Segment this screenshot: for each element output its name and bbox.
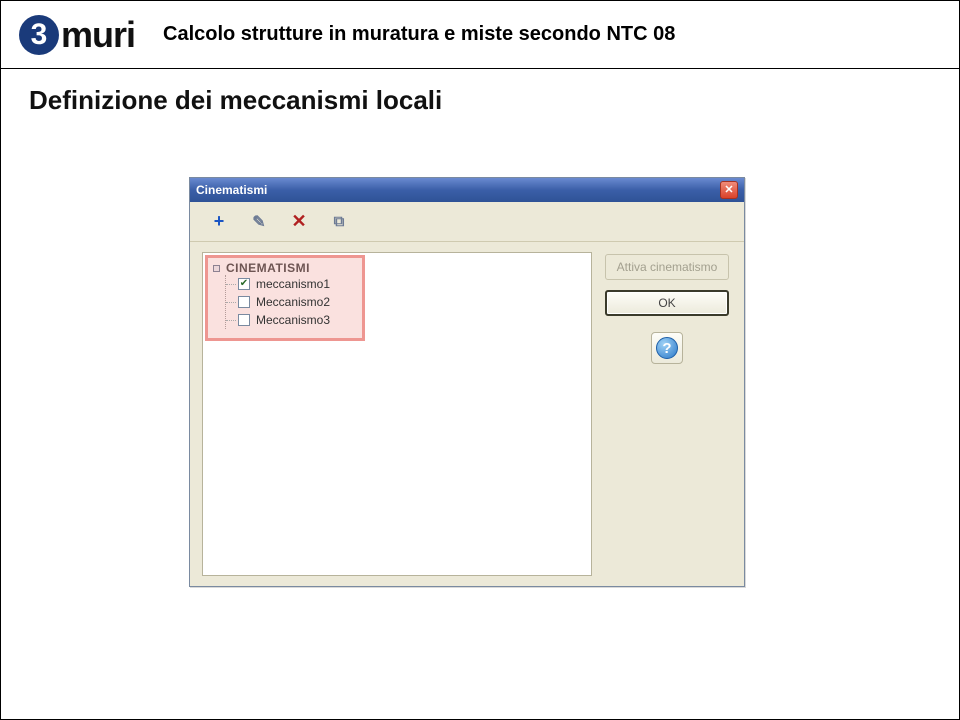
header-bar: 3 muri Calcolo strutture in muratura e m… [1, 1, 959, 69]
close-button[interactable]: ✕ [720, 181, 738, 199]
page-title: Definizione dei meccanismi locali [1, 69, 959, 124]
button-label: OK [658, 296, 675, 310]
checkbox-icon[interactable] [238, 296, 250, 308]
copy-button[interactable]: ⧉ [328, 211, 350, 233]
dialog-titlebar[interactable]: Cinematismi ✕ [190, 178, 744, 202]
checkbox-icon[interactable] [238, 314, 250, 326]
tree-children: ✔ meccanismo1 Meccanismo2 Meccanismo3 [225, 275, 581, 329]
dialog-body: CINEMATISMI ✔ meccanismo1 Meccanismo2 Me… [190, 242, 744, 586]
close-icon: ✕ [724, 185, 733, 196]
tree-root[interactable]: CINEMATISMI [213, 261, 581, 275]
tree-item-meccanismo1[interactable]: ✔ meccanismo1 [226, 275, 581, 293]
help-button[interactable]: ? [651, 332, 683, 364]
ok-button[interactable]: OK [605, 290, 729, 316]
help-icon: ? [656, 337, 678, 359]
plus-icon: + [214, 211, 225, 232]
delete-button[interactable]: ✕ [288, 211, 310, 233]
tree-node-icon [213, 265, 220, 272]
tree-item-label: Meccanismo3 [256, 313, 330, 327]
page-frame: 3 muri Calcolo strutture in muratura e m… [0, 0, 960, 720]
header-subtitle: Calcolo strutture in muratura e miste se… [163, 23, 675, 46]
add-button[interactable]: + [208, 211, 230, 233]
x-icon: ✕ [291, 211, 306, 232]
app-logo: 3 muri [19, 14, 135, 56]
tree-panel[interactable]: CINEMATISMI ✔ meccanismo1 Meccanismo2 Me… [202, 252, 592, 576]
logo-badge: 3 [19, 15, 59, 55]
tree-item-label: meccanismo1 [256, 277, 330, 291]
edit-button[interactable]: ✎ [248, 211, 270, 233]
tree-item-meccanismo2[interactable]: Meccanismo2 [226, 293, 581, 311]
button-label: Attiva cinematismo [617, 260, 718, 274]
activate-cinematismo-button: Attiva cinematismo [605, 254, 729, 280]
tree-item-label: Meccanismo2 [256, 295, 330, 309]
tree-item-meccanismo3[interactable]: Meccanismo3 [226, 311, 581, 329]
tree-root-label: CINEMATISMI [226, 261, 310, 275]
logo-text: muri [61, 14, 135, 56]
dialog-toolbar: + ✎ ✕ ⧉ [190, 202, 744, 242]
cinematismi-dialog: Cinematismi ✕ + ✎ ✕ ⧉ [189, 177, 745, 587]
pencil-icon: ✎ [252, 212, 265, 232]
copy-icon: ⧉ [334, 213, 345, 230]
dialog-side-panel: Attiva cinematismo OK ? [602, 252, 732, 576]
checkbox-icon[interactable]: ✔ [238, 278, 250, 290]
dialog-title: Cinematismi [196, 183, 267, 197]
